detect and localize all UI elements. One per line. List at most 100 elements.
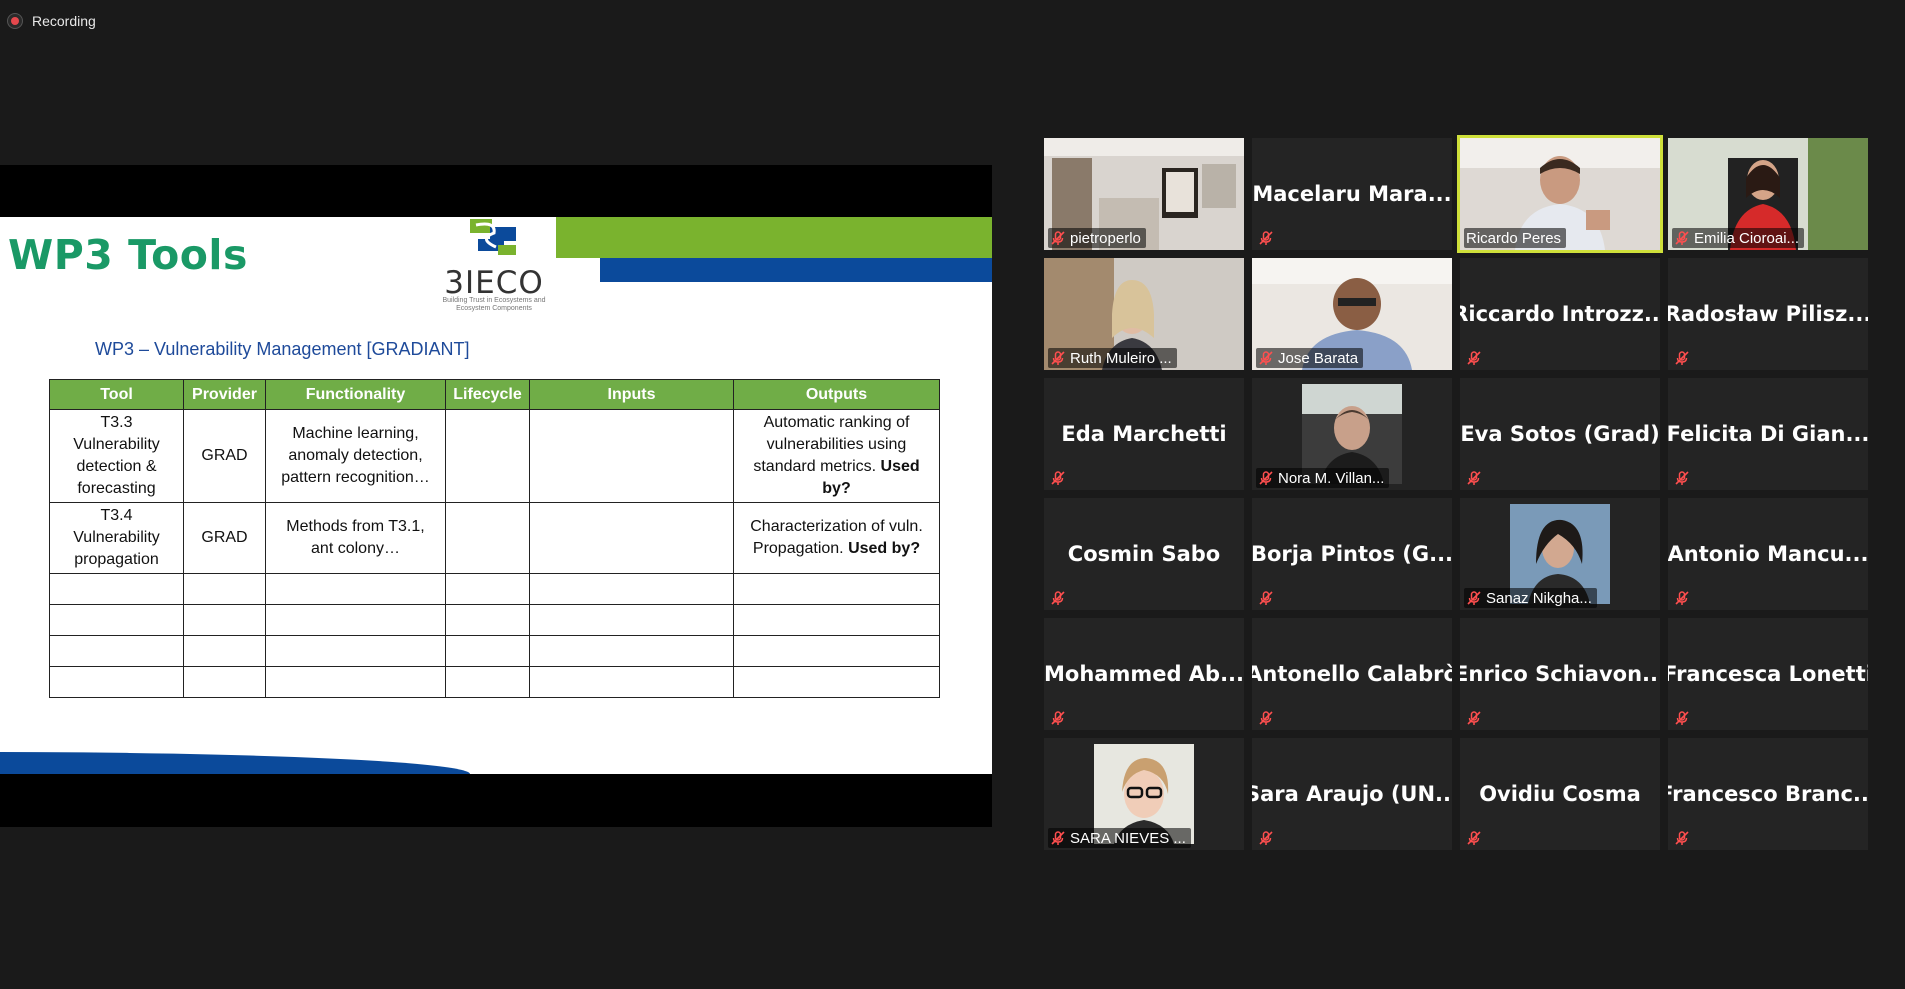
participant-name: Sanaz Nikgha... — [1486, 589, 1592, 607]
slide-footer-wave — [0, 752, 470, 774]
table-cell-empty — [49, 604, 184, 636]
used-by-label: Used by? — [848, 540, 921, 557]
participant-tile[interactable]: SARA NIEVES ... — [1044, 738, 1244, 850]
cell-inputs — [529, 409, 734, 503]
table-header-cell: Provider — [183, 379, 266, 410]
participant-label: Nora M. Villan... — [1256, 468, 1390, 488]
participant-status — [1256, 588, 1279, 608]
cell-line: propagation — [74, 551, 159, 568]
participant-tile[interactable]: Jose Barata — [1252, 258, 1452, 370]
mic-muted-icon — [1467, 831, 1481, 845]
presentation-slide: WP3 Tools 3IECO Building Trust in Ecosys… — [0, 217, 992, 774]
cell-inputs — [529, 502, 734, 574]
recording-label: Recording — [32, 13, 96, 29]
participant-tile[interactable]: Eda Marchetti — [1044, 378, 1244, 490]
participant-label: Sanaz Nikgha... — [1464, 588, 1597, 608]
participant-name: Francesco Branc... — [1668, 782, 1868, 806]
participant-status — [1672, 708, 1695, 728]
participant-tile[interactable]: Macelaru Mara... — [1252, 138, 1452, 250]
participant-name: Sara Araujo (UN... — [1252, 782, 1452, 806]
cell-line: anomaly detection, — [288, 447, 423, 464]
participant-tile[interactable]: Antonio Mancu... — [1668, 498, 1868, 610]
mic-muted-icon — [1675, 711, 1689, 725]
table-header-row: Tool Provider Functionality Lifecycle Inputs… — [49, 379, 940, 410]
table-cell-empty — [445, 666, 530, 698]
participant-tile[interactable]: Radosław Pilisz... — [1668, 258, 1868, 370]
participant-tile[interactable]: Cosmin Sabo — [1044, 498, 1244, 610]
participant-name: Nora M. Villan... — [1278, 469, 1385, 487]
participant-tile[interactable]: Nora M. Villan... — [1252, 378, 1452, 490]
mic-muted-icon — [1051, 351, 1065, 365]
participant-tile[interactable]: Enrico Schiavon... — [1460, 618, 1660, 730]
participant-tile[interactable]: Antonello Calabrò — [1252, 618, 1452, 730]
cell-line: Machine learning, — [292, 425, 419, 442]
participant-status — [1256, 228, 1279, 248]
tools-table: Tool Provider Functionality Lifecycle Inputs… — [49, 379, 940, 698]
table-row-empty — [49, 604, 940, 636]
participant-tile[interactable]: Ovidiu Cosma — [1460, 738, 1660, 850]
slide-subtitle: WP3 – Vulnerability Management [GRADIANT… — [95, 339, 470, 359]
participant-tile[interactable]: Sara Araujo (UN... — [1252, 738, 1452, 850]
participant-status — [1464, 828, 1487, 848]
participant-tile[interactable]: Emilia Cioroai... — [1668, 138, 1868, 250]
table-cell-empty — [529, 666, 734, 698]
participant-tile[interactable]: Felicita Di Gian... — [1668, 378, 1868, 490]
mic-muted-icon — [1467, 471, 1481, 485]
table-cell-empty — [445, 573, 530, 605]
logo-wordmark: 3IECO — [444, 265, 544, 301]
mic-muted-icon — [1259, 231, 1273, 245]
cell-line: T3.4 — [100, 507, 133, 524]
participant-tile[interactable]: Mohammed Ab... — [1044, 618, 1244, 730]
table-cell-empty — [183, 666, 266, 698]
mic-muted-icon — [1467, 591, 1481, 605]
table-cell-empty — [265, 635, 446, 667]
table-cell-empty — [183, 635, 266, 667]
mic-muted-icon — [1467, 711, 1481, 725]
participant-label: Ruth Muleiro ... — [1048, 348, 1177, 368]
participant-status — [1048, 588, 1071, 608]
participant-name: Cosmin Sabo — [1067, 542, 1221, 566]
participant-tile[interactable]: Ruth Muleiro ... — [1044, 258, 1244, 370]
table-cell-empty — [265, 604, 446, 636]
participant-tile[interactable]: Ricardo Peres — [1460, 138, 1660, 250]
table-cell-empty — [265, 573, 446, 605]
cell-line: T3.3 — [100, 414, 133, 431]
table-cell-empty — [49, 666, 184, 698]
mic-muted-icon — [1051, 711, 1065, 725]
participant-tile[interactable]: Borja Pintos (G... — [1252, 498, 1452, 610]
participant-name: Ruth Muleiro ... — [1070, 349, 1172, 367]
table-header-cell: Lifecycle — [445, 379, 530, 410]
participant-name: pietroperlo — [1070, 229, 1141, 247]
mic-muted-icon — [1051, 591, 1065, 605]
cell-outputs: Automatic ranking of vulnerabilities usi… — [733, 409, 940, 503]
cell-functionality: Methods from T3.1, ant colony… — [265, 502, 446, 574]
mic-muted-icon — [1259, 831, 1273, 845]
shared-screen: WP3 Tools 3IECO Building Trust in Ecosys… — [0, 165, 992, 827]
participant-name: Eda Marchetti — [1061, 422, 1227, 446]
participant-tile[interactable]: Sanaz Nikgha... — [1460, 498, 1660, 610]
cell-tool: T3.3 Vulnerability detection & forecasting — [49, 409, 184, 503]
participant-name: Borja Pintos (G... — [1252, 542, 1452, 566]
participant-name: Radosław Pilisz... — [1668, 302, 1868, 326]
participant-tile[interactable]: Riccardo Introzz... — [1460, 258, 1660, 370]
cell-line: Vulnerability — [73, 436, 160, 453]
mic-muted-icon — [1051, 831, 1065, 845]
participant-tile[interactable]: Francesca Lonetti — [1668, 618, 1868, 730]
table-row: T3.3 Vulnerability detection & forecasting G… — [49, 409, 940, 503]
table-header-cell: Inputs — [529, 379, 734, 410]
participant-status — [1672, 348, 1695, 368]
table-cell-empty — [445, 604, 530, 636]
cell-outputs: Characterization of vuln. Propagation. U… — [733, 502, 940, 574]
participant-tile[interactable]: Eva Sotos (Grad) — [1460, 378, 1660, 490]
recording-indicator[interactable]: Recording — [8, 12, 96, 30]
mic-muted-icon — [1051, 231, 1065, 245]
table-cell-empty — [445, 635, 530, 667]
participant-status — [1048, 468, 1071, 488]
table-cell-empty — [49, 635, 184, 667]
participant-tile[interactable]: Francesco Branc... — [1668, 738, 1868, 850]
mic-muted-icon — [1259, 711, 1273, 725]
participant-tile[interactable]: pietroperlo — [1044, 138, 1244, 250]
cell-line: Vulnerability — [73, 529, 160, 546]
participant-status — [1464, 468, 1487, 488]
participant-status — [1672, 468, 1695, 488]
